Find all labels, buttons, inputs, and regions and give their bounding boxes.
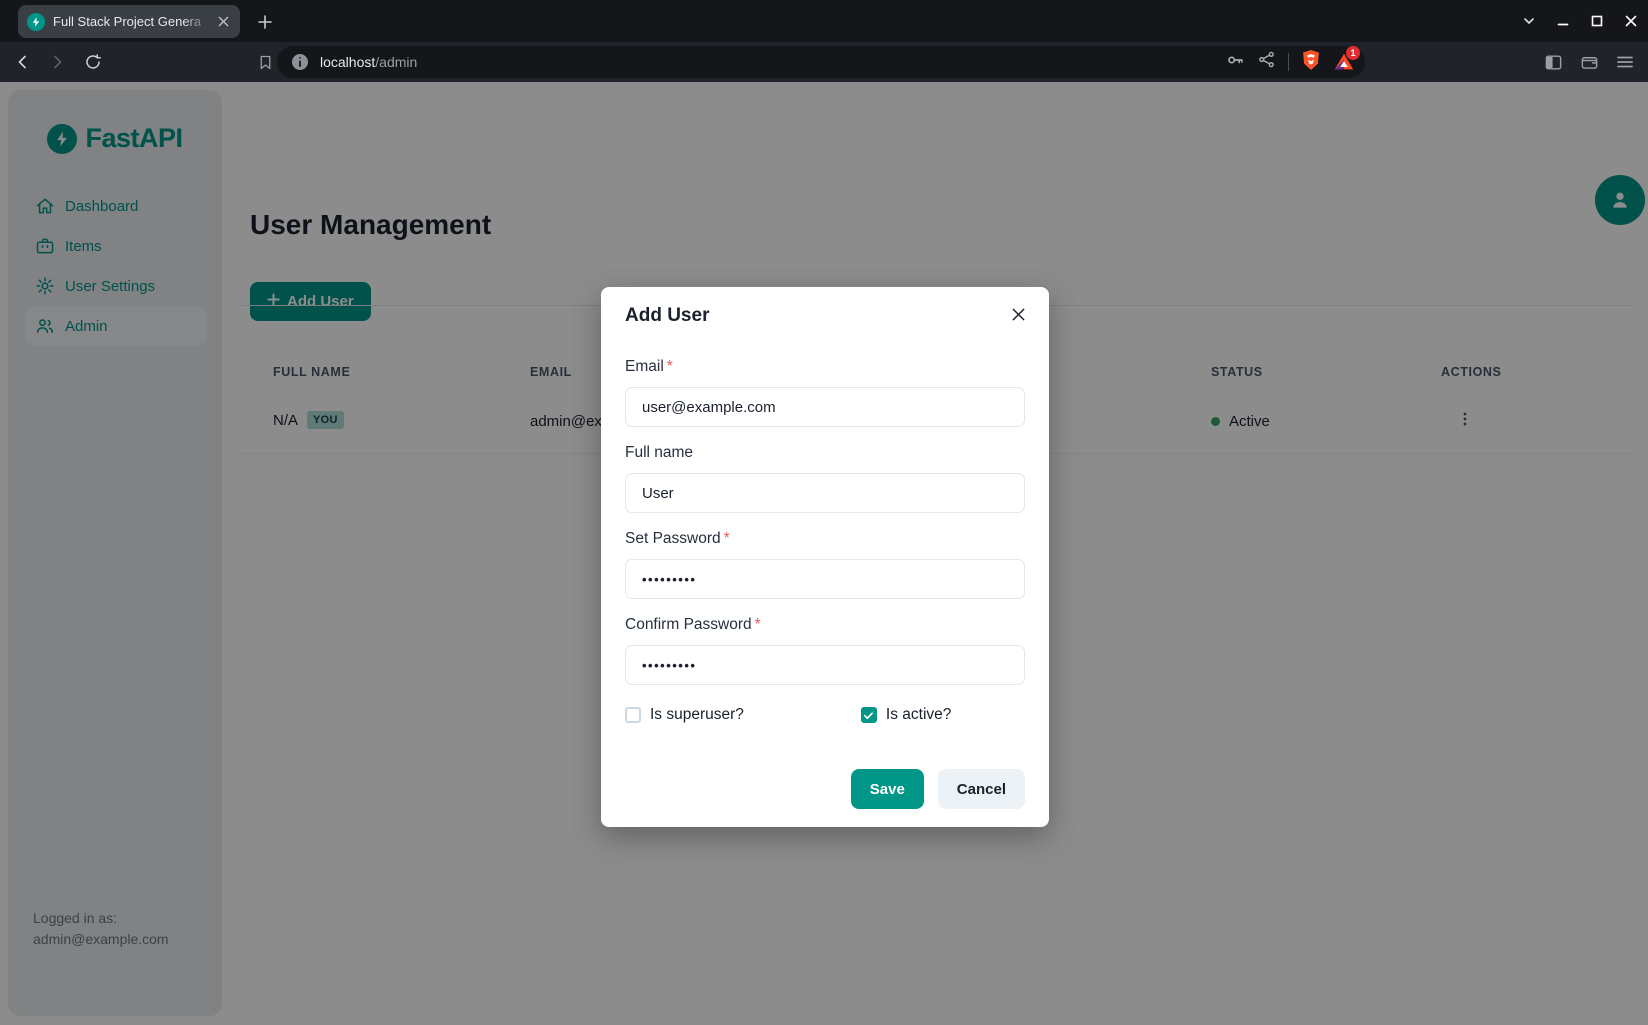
browser-window: Full Stack Project Genera [0,0,1648,1025]
modal-close-icon[interactable] [1004,300,1032,328]
site-info-icon[interactable] [291,53,309,71]
url-path: /admin [375,54,417,70]
browser-toolbar: localhost/admin 1 [0,42,1648,82]
url-bar[interactable]: localhost/admin 1 [277,46,1365,78]
back-button[interactable] [8,47,38,77]
is-active-label: Is active? [886,706,951,724]
required-asterisk: * [724,530,730,547]
new-tab-button[interactable] [252,9,278,35]
sidebar-toggle-icon[interactable] [1538,47,1568,77]
checkbox-unchecked-icon [625,707,641,723]
rewards-badge: 1 [1346,46,1360,60]
is-superuser-checkbox[interactable]: Is superuser? [625,706,744,724]
window-controls [1512,0,1648,42]
fastapi-favicon-icon [27,13,45,31]
maximize-icon[interactable] [1580,0,1614,42]
fullname-field[interactable] [625,473,1025,513]
bookmark-icon[interactable] [250,47,280,77]
web-content: FastAPI Dashboard Items [0,82,1648,1025]
brave-shield-icon[interactable] [1301,49,1321,76]
required-asterisk: * [755,616,761,633]
add-user-modal: Add User Email* Full name Set Password* … [601,287,1049,827]
tab-title: Full Stack Project Genera [53,14,211,29]
save-button[interactable]: Save [851,769,924,809]
browser-tab[interactable]: Full Stack Project Genera [18,5,240,38]
is-active-checkbox[interactable]: Is active? [861,706,951,724]
modal-footer: Save Cancel [625,769,1025,809]
is-superuser-label: Is superuser? [650,706,744,724]
modal-title: Add User [625,305,1025,329]
share-icon[interactable] [1257,50,1276,74]
toolbar-right [1538,42,1640,82]
minimize-icon[interactable] [1546,0,1580,42]
brave-rewards-icon[interactable]: 1 [1333,51,1355,73]
url-text: localhost/admin [320,54,1225,70]
set-password-label: Set Password* [625,530,1025,549]
menu-icon[interactable] [1610,47,1640,77]
set-password-field[interactable] [625,559,1025,599]
tab-close-icon[interactable] [214,13,232,31]
confirm-password-label: Confirm Password* [625,616,1025,635]
reload-button[interactable] [78,47,108,77]
confirm-password-field[interactable] [625,645,1025,685]
tab-search-chevron-icon[interactable] [1512,0,1546,42]
checkbox-checked-icon [861,707,877,723]
email-label: Email* [625,358,1025,377]
url-host: localhost [320,54,375,70]
forward-button[interactable] [42,47,72,77]
fullname-label: Full name [625,444,1025,463]
required-asterisk: * [667,358,673,375]
email-field[interactable] [625,387,1025,427]
url-divider [1288,53,1289,71]
checkbox-row: Is superuser? Is active? [625,706,1025,724]
close-window-icon[interactable] [1614,0,1648,42]
wallet-icon[interactable] [1574,47,1604,77]
browser-titlebar: Full Stack Project Genera [0,0,1648,42]
cancel-button[interactable]: Cancel [938,769,1025,809]
url-actions: 1 [1225,49,1355,76]
key-icon[interactable] [1225,50,1245,75]
